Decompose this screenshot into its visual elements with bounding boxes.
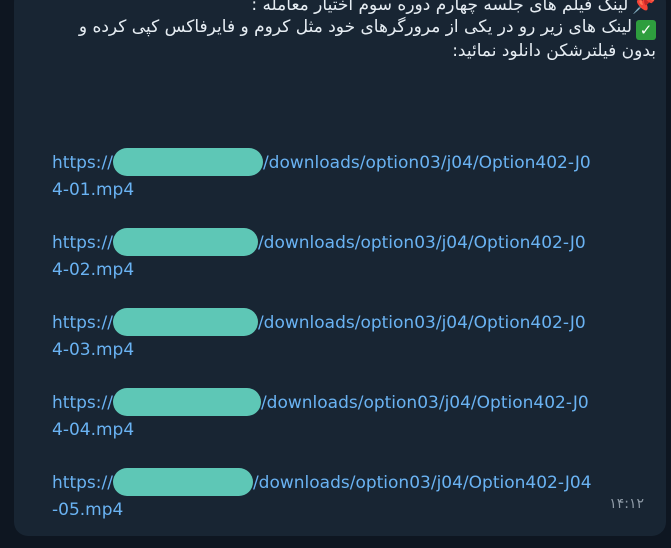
- download-links: https:///downloads/option03/j04/Option40…: [52, 148, 592, 548]
- download-link-5[interactable]: https:///downloads/option03/j04/Option40…: [52, 468, 592, 524]
- message-line-2-text: لینک های زیر رو در یکی از مرورگرهای خود …: [78, 17, 632, 37]
- redaction-mark: [112, 388, 261, 416]
- pushpin-icon: 📌: [632, 0, 656, 15]
- download-link-1[interactable]: https:///downloads/option03/j04/Option40…: [52, 148, 592, 204]
- message-bubble: 📌لینک فیلم های جلسه چهارم دوره سوم اختیا…: [14, 0, 666, 536]
- redaction-mark: [112, 148, 263, 176]
- message-line-2: ✓لینک های زیر رو در یکی از مرورگرهای خود…: [26, 16, 656, 40]
- download-link-3[interactable]: https:///downloads/option03/j04/Option40…: [52, 308, 592, 364]
- download-link-2[interactable]: https:///downloads/option03/j04/Option40…: [52, 228, 592, 284]
- message-line-3: بدون فیلترشکن دانلود نمائید:: [452, 41, 656, 61]
- message-line-1-text: لینک فیلم های جلسه چهارم دوره سوم اختیار…: [251, 0, 629, 15]
- redaction-mark: [112, 308, 258, 336]
- redaction-mark: [112, 228, 258, 256]
- message-text: 📌لینک فیلم های جلسه چهارم دوره سوم اختیا…: [26, 0, 656, 62]
- message-line-1: 📌لینک فیلم های جلسه چهارم دوره سوم اختیا…: [26, 0, 656, 16]
- download-link-4[interactable]: https:///downloads/option03/j04/Option40…: [52, 388, 592, 444]
- message-timestamp: ۱۴:۱۲: [609, 496, 644, 512]
- redaction-mark: [112, 468, 253, 496]
- check-mark-button-icon: ✓: [636, 20, 656, 40]
